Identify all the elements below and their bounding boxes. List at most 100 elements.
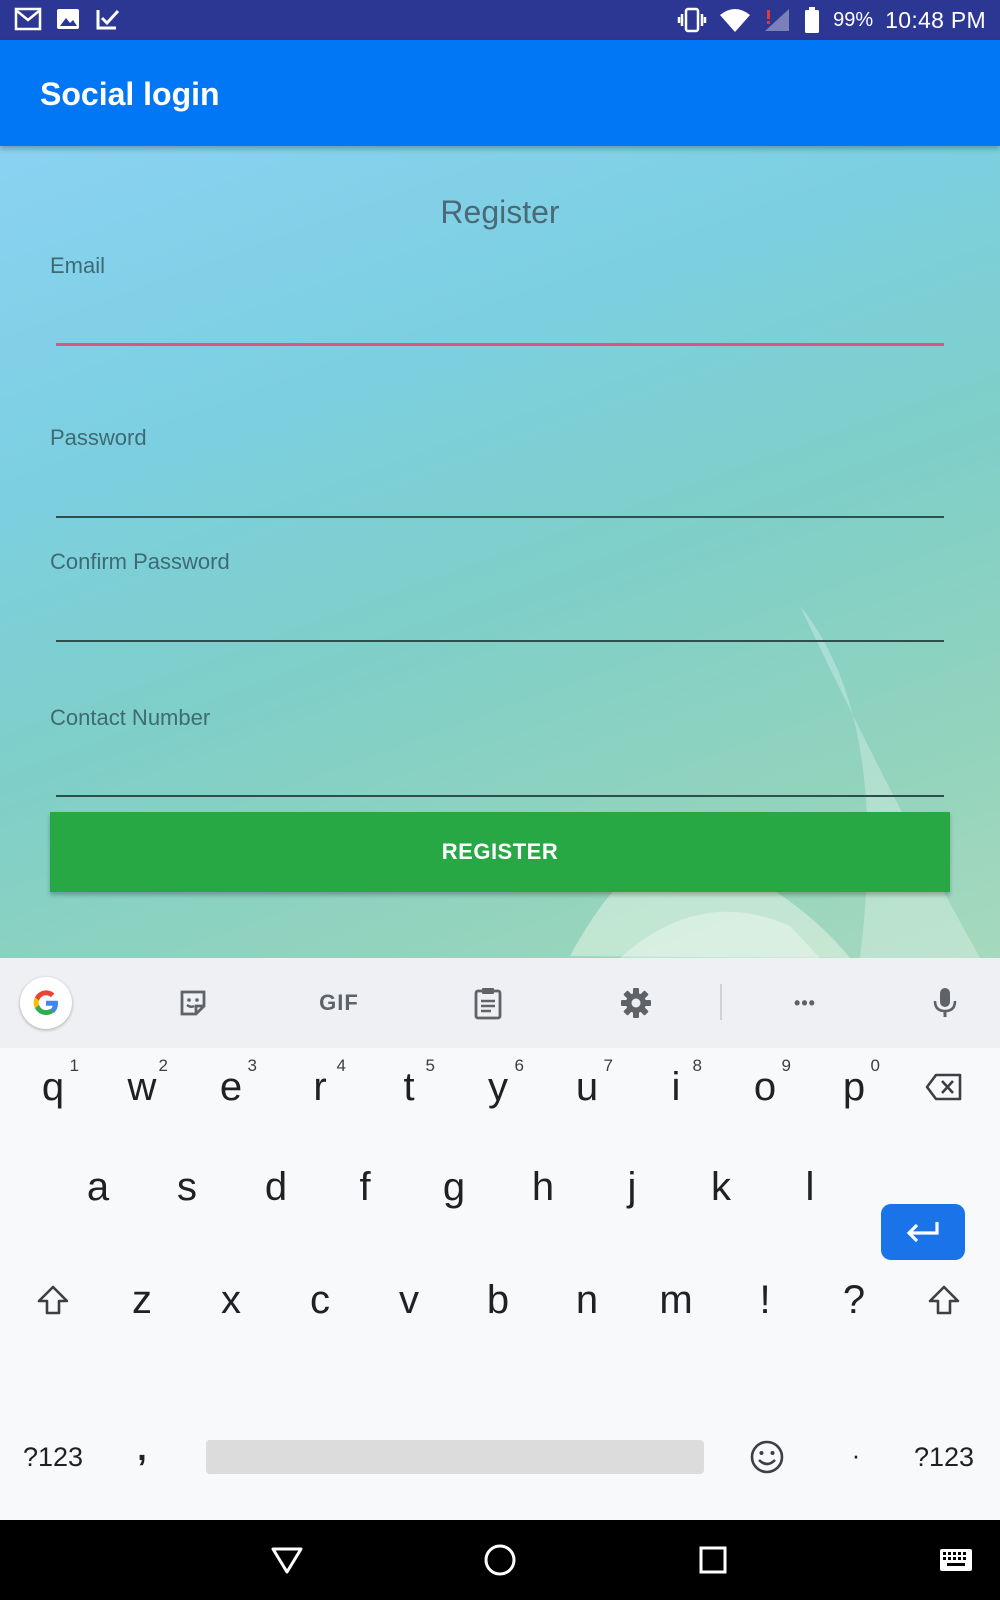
- form-title: Register: [440, 194, 560, 230]
- email-field-underline: [56, 343, 944, 346]
- confirm-password-field-underline: [56, 640, 944, 642]
- password-field[interactable]: [56, 458, 944, 508]
- backspace-icon: [925, 1073, 962, 1101]
- emoji-icon: [750, 1440, 784, 1474]
- recents-icon[interactable]: [693, 1540, 733, 1580]
- navigation-bar: [0, 1520, 1000, 1600]
- password-label: Password: [50, 425, 147, 450]
- key-g[interactable]: g: [414, 1142, 494, 1232]
- email-field[interactable]: [56, 286, 944, 338]
- battery-percent: 99%: [833, 8, 874, 31]
- settings-icon[interactable]: [611, 978, 661, 1028]
- key-hint: 7: [603, 1056, 613, 1075]
- key-hint: 8: [692, 1056, 702, 1075]
- key-a[interactable]: a: [58, 1142, 138, 1232]
- key-m[interactable]: m: [636, 1255, 716, 1345]
- key-w[interactable]: w2: [102, 1042, 182, 1132]
- key-x[interactable]: x: [191, 1255, 271, 1345]
- clock: 10:48 PM: [885, 6, 986, 33]
- sticker-icon[interactable]: [168, 978, 218, 1028]
- app-bar: Social login: [0, 40, 1000, 146]
- key-hint: 5: [425, 1056, 435, 1075]
- enter-key[interactable]: [881, 1204, 965, 1260]
- key-z[interactable]: z: [102, 1255, 182, 1345]
- key-label: i: [671, 1064, 681, 1109]
- key-label: w: [127, 1064, 157, 1109]
- key-label: t: [403, 1064, 415, 1109]
- key-y[interactable]: y6: [458, 1042, 538, 1132]
- key-o[interactable]: o9: [725, 1042, 805, 1132]
- key-d[interactable]: d: [236, 1142, 316, 1232]
- backspace-key[interactable]: [904, 1042, 984, 1132]
- key-hint: 3: [247, 1056, 257, 1075]
- symbols-key[interactable]: ?123: [13, 1412, 93, 1502]
- confirm-password-field[interactable]: [56, 582, 944, 632]
- key-j[interactable]: j: [592, 1142, 672, 1232]
- key-f[interactable]: f: [325, 1142, 405, 1232]
- key-h[interactable]: h: [503, 1142, 583, 1232]
- back-icon[interactable]: [267, 1540, 307, 1580]
- soft-keyboard: GIF ••• q 1 w 2 e 3 r 4 t 5 y 6 u 7 i 8 …: [0, 958, 1000, 1520]
- key-s[interactable]: s: [147, 1142, 227, 1232]
- space-bar[interactable]: [206, 1440, 704, 1474]
- key-hint: 9: [781, 1056, 791, 1075]
- key-u[interactable]: u7: [547, 1042, 627, 1132]
- key-label: u: [575, 1064, 599, 1109]
- key-t[interactable]: t5: [369, 1042, 449, 1132]
- keyboard-switch-icon[interactable]: [936, 1540, 976, 1580]
- contact-number-field-underline: [56, 795, 944, 797]
- register-button[interactable]: REGISTER: [50, 812, 950, 892]
- key-i[interactable]: i8: [636, 1042, 716, 1132]
- signal-icon: [765, 9, 790, 31]
- keyboard-toolbar: GIF •••: [0, 958, 1000, 1048]
- key-e[interactable]: e3: [191, 1042, 271, 1132]
- shift-key[interactable]: [13, 1255, 93, 1345]
- key-n[interactable]: n: [547, 1255, 627, 1345]
- key-hint: 6: [514, 1056, 524, 1075]
- emoji-key[interactable]: [727, 1412, 807, 1502]
- key-c[interactable]: c: [280, 1255, 360, 1345]
- home-icon[interactable]: [480, 1540, 520, 1580]
- gmail-icon: [14, 7, 42, 31]
- status-bar: 99% 10:48 PM: [0, 0, 1000, 40]
- google-icon[interactable]: [20, 977, 72, 1029]
- key-hint: 4: [336, 1056, 346, 1075]
- gif-icon[interactable]: GIF: [314, 978, 364, 1028]
- key-v[interactable]: v: [369, 1255, 449, 1345]
- key-hint: 1: [69, 1056, 79, 1075]
- key-label: e: [219, 1064, 243, 1109]
- battery-icon: [805, 7, 820, 33]
- key-period[interactable]: ·: [816, 1410, 896, 1500]
- more-icon[interactable]: •••: [780, 978, 830, 1028]
- key-k[interactable]: k: [681, 1142, 761, 1232]
- symbols-key-right[interactable]: ?123: [904, 1412, 984, 1502]
- contact-number-field[interactable]: [56, 736, 944, 786]
- key-r[interactable]: r4: [280, 1042, 360, 1132]
- key-label: r: [313, 1064, 327, 1109]
- key-label: o: [753, 1064, 777, 1109]
- key-b[interactable]: b: [458, 1255, 538, 1345]
- app-title: Social login: [40, 76, 220, 112]
- shift-key-right[interactable]: [904, 1255, 984, 1345]
- key-comma[interactable]: ,: [102, 1404, 182, 1494]
- key-q[interactable]: q1: [13, 1042, 93, 1132]
- vibrate-icon: [677, 7, 707, 33]
- toolbar-divider: [720, 984, 722, 1020]
- register-form: Register Email Password Confirm Password…: [0, 146, 1000, 958]
- gallery-icon: [57, 9, 79, 29]
- password-field-underline: [56, 516, 944, 518]
- enter-icon: [906, 1222, 939, 1243]
- clipboard-icon[interactable]: [463, 978, 513, 1028]
- confirm-password-label: Confirm Password: [50, 549, 230, 574]
- contact-number-label: Contact Number: [50, 705, 211, 730]
- key-p[interactable]: p0: [814, 1042, 894, 1132]
- key-label: q: [41, 1064, 65, 1109]
- key-label: p: [842, 1064, 866, 1109]
- key-question[interactable]: ?: [814, 1255, 894, 1345]
- email-label: Email: [50, 253, 106, 278]
- microphone-icon[interactable]: [920, 978, 970, 1028]
- shift-icon: [37, 1285, 69, 1315]
- key-exclamation[interactable]: !: [725, 1255, 805, 1345]
- key-l[interactable]: l: [770, 1142, 850, 1232]
- key-hint: 0: [870, 1056, 880, 1075]
